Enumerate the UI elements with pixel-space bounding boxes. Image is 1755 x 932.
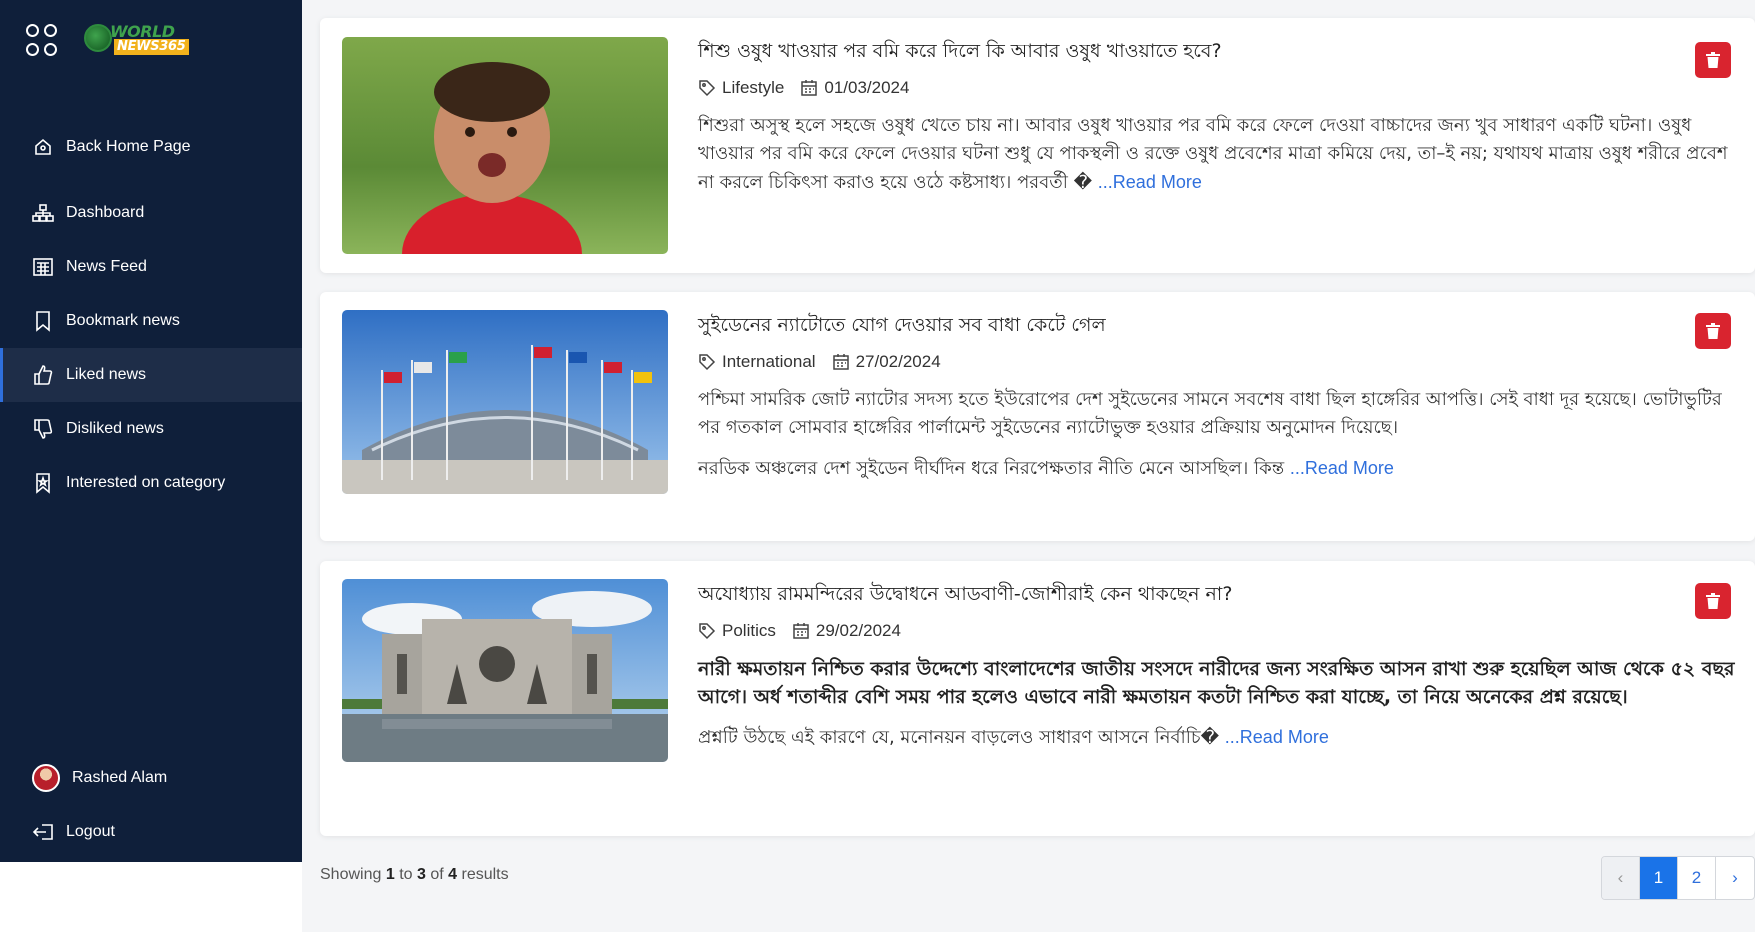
thumbs-up-icon <box>32 364 54 386</box>
read-more-link[interactable]: ...Read More <box>1290 458 1394 478</box>
showing-label: Showing <box>320 866 382 883</box>
read-more-link[interactable]: ...Read More <box>1098 172 1202 192</box>
sidebar-item-news-feed[interactable]: News Feed <box>0 240 302 294</box>
pagination: ‹ 1 2 › <box>1601 856 1755 900</box>
sidebar-item-disliked[interactable]: Disliked news <box>0 402 302 456</box>
globe-icon <box>84 24 112 52</box>
tag-icon <box>699 354 716 371</box>
main-content: শিশু ওষুধ খাওয়ার পর বমি করে দিলে কি আবা… <box>302 0 1755 932</box>
user-profile[interactable]: Rashed Alam <box>32 764 167 792</box>
category-label: Politics <box>722 621 776 640</box>
apps-grid-icon[interactable] <box>26 24 58 56</box>
read-more-link[interactable]: ...Read More <box>1225 727 1329 747</box>
date-label: 27/02/2024 <box>855 352 941 371</box>
news-card: অযোধ্যায় রামমন্দিরের উদ্বোধনে আডবাণী-জো… <box>320 561 1755 836</box>
to-label: to <box>399 866 413 883</box>
category: Lifestyle <box>698 78 784 98</box>
sidebar-item-label: News Feed <box>66 258 147 275</box>
sidebar-item-interested-category[interactable]: Interested on category <box>0 456 302 510</box>
sidebar-item-label: Bookmark news <box>66 312 180 329</box>
category: International <box>698 352 816 372</box>
category-label: International <box>722 352 816 371</box>
calendar-icon <box>832 354 849 370</box>
sidebar-item-label: Dashboard <box>66 204 145 221</box>
sidebar-item-label: Interested on category <box>66 474 226 491</box>
news-meta: Lifestyle 01/03/2024 <box>698 78 1735 98</box>
date-label: 01/03/2024 <box>824 78 910 97</box>
sidebar: WORLD NEWS365 Back Home Page Dashboard N… <box>0 0 302 862</box>
newspaper-icon <box>32 256 54 278</box>
sidebar-item-back-home[interactable]: Back Home Page <box>0 120 302 174</box>
logout-icon <box>32 824 53 840</box>
news-card-body: সুইডেনের ন্যাটোতে যোগ দেওয়ার সব বাধা কে… <box>698 312 1735 483</box>
results-total: 4 <box>448 866 458 883</box>
results-to: 3 <box>416 866 426 883</box>
results-summary: Showing 1 to 3 of 4 results <box>320 866 509 884</box>
sidebar-item-label: Liked news <box>66 366 147 383</box>
category: Politics <box>698 621 776 641</box>
sidebar-item-label: Disliked news <box>66 420 164 437</box>
news-excerpt-continued: প্রশ্নটি উঠছে এই কারণে যে, মনোনয়ন বাড়ল… <box>698 723 1735 752</box>
thumbs-down-icon <box>32 418 54 440</box>
news-excerpt: শিশুরা অসুস্থ হলে সহজে ওষুধ খেতে চায় না… <box>698 112 1735 197</box>
sidebar-nav: Back Home Page Dashboard News Feed Bookm… <box>0 120 302 510</box>
sidebar-item-bookmark[interactable]: Bookmark news <box>0 294 302 348</box>
news-title[interactable]: অযোধ্যায় রামমন্দিরের উদ্বোধনে আডবাণী-জো… <box>698 581 1735 607</box>
date: 01/03/2024 <box>800 78 909 98</box>
logo-line2: NEWS365 <box>114 39 189 55</box>
excerpt-text: শিশুরা অসুস্থ হলে সহজে ওষুধ খেতে চায় না… <box>698 115 1728 193</box>
calendar-icon <box>793 623 809 639</box>
news-title[interactable]: শিশু ওষুধ খাওয়ার পর বমি করে দিলে কি আবা… <box>698 38 1735 64</box>
sidebar-item-liked[interactable]: Liked news <box>0 348 302 402</box>
sitemap-icon <box>32 202 54 224</box>
news-thumbnail[interactable] <box>342 310 668 494</box>
date: 27/02/2024 <box>832 352 941 372</box>
page-button-2[interactable]: 2 <box>1678 857 1716 899</box>
logout-label: Logout <box>66 823 115 840</box>
results-from: 1 <box>385 866 395 883</box>
tag-icon <box>699 623 716 640</box>
date: 29/02/2024 <box>792 621 901 641</box>
news-card-body: শিশু ওষুধ খাওয়ার পর বমি করে দিলে কি আবা… <box>698 38 1735 197</box>
excerpt-text: প্রশ্নটি উঠছে এই কারণে যে, মনোনয়ন বাড়ল… <box>698 727 1220 748</box>
sidebar-item-label: Back Home Page <box>66 138 191 155</box>
logo[interactable]: WORLD NEWS365 <box>84 22 200 58</box>
news-excerpt: পশ্চিমা সামরিক জোট ন্যাটোর সদস্য হতে ইউর… <box>698 389 1722 438</box>
category-label: Lifestyle <box>722 78 785 97</box>
news-meta: International 27/02/2024 <box>698 352 1735 372</box>
results-label: results <box>461 866 509 883</box>
news-card: সুইডেনের ন্যাটোতে যোগ দেওয়ার সব বাধা কে… <box>320 292 1755 541</box>
news-thumbnail[interactable] <box>342 579 668 762</box>
sidebar-footer-blank <box>0 862 302 932</box>
trash-icon <box>1706 593 1720 609</box>
delete-button[interactable] <box>1695 583 1731 619</box>
date-label: 29/02/2024 <box>815 621 901 640</box>
page-button-1[interactable]: 1 <box>1640 857 1678 899</box>
calendar-icon <box>801 80 818 96</box>
delete-button[interactable] <box>1695 42 1731 78</box>
news-excerpt: নারী ক্ষমতায়ন নিশ্চিত করার উদ্দেশ্যে বা… <box>698 658 1735 708</box>
prev-page-button[interactable]: ‹ <box>1602 857 1640 899</box>
excerpt-text: নরডিক অঞ্চলের দেশ সুইডেন দীর্ঘদিন ধরে নি… <box>698 458 1285 479</box>
bookmark-star-icon <box>32 472 54 494</box>
bookmark-icon <box>32 310 54 332</box>
news-thumbnail[interactable] <box>342 37 668 254</box>
home-icon <box>32 136 54 158</box>
tag-icon <box>699 80 716 97</box>
trash-icon <box>1706 323 1720 339</box>
sidebar-item-dashboard[interactable]: Dashboard <box>0 186 302 240</box>
news-card-body: অযোধ্যায় রামমন্দিরের উদ্বোধনে আডবাণী-জো… <box>698 581 1735 752</box>
news-title[interactable]: সুইডেনের ন্যাটোতে যোগ দেওয়ার সব বাধা কে… <box>698 312 1735 338</box>
news-card: শিশু ওষুধ খাওয়ার পর বমি করে দিলে কি আবা… <box>320 18 1755 273</box>
next-page-button[interactable]: › <box>1716 857 1754 899</box>
news-excerpt-continued: নরডিক অঞ্চলের দেশ সুইডেন দীর্ঘদিন ধরে নি… <box>698 454 1735 483</box>
user-name: Rashed Alam <box>72 769 168 786</box>
trash-icon <box>1706 52 1720 68</box>
delete-button[interactable] <box>1695 313 1731 349</box>
avatar <box>32 764 60 792</box>
of-label: of <box>430 866 444 883</box>
news-meta: Politics 29/02/2024 <box>698 621 1735 641</box>
logout-button[interactable]: Logout <box>32 822 115 842</box>
